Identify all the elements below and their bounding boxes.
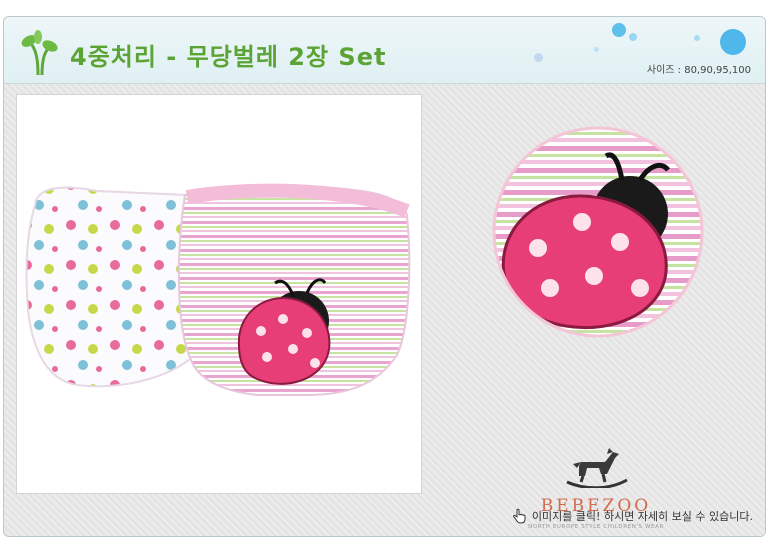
- bubble-decoration: [694, 35, 700, 41]
- brand-tagline: NORTH EUROPE STYLE CHILDREN'S WEAR: [528, 524, 664, 530]
- hand-pointer-icon: [512, 508, 526, 524]
- bubble-decoration: [534, 53, 543, 62]
- click-hint-text: 이미지를 클릭! 하시면 자세히 보실 수 있습니다.: [531, 510, 753, 523]
- header-bar: 4중처리 - 무당벌레 2장 Set 사이즈 : 80,90,95,100: [4, 17, 765, 84]
- bubble-decoration: [629, 33, 637, 41]
- click-hint: 이미지를 클릭! 하시면 자세히 보실 수 있습니다.: [511, 508, 753, 524]
- training-pants-illustration: [25, 183, 411, 396]
- content-area: BEBEZOO NORTH EUROPE STYLE CHILDREN'S WE…: [4, 84, 765, 536]
- rocking-horse-icon: [566, 448, 628, 490]
- product-photo[interactable]: [16, 94, 422, 494]
- bubble-decoration: [720, 29, 746, 55]
- sprout-icon: [21, 30, 58, 76]
- detail-closeup[interactable]: [490, 124, 706, 340]
- product-panel: 4중처리 - 무당벌레 2장 Set 사이즈 : 80,90,95,100 BE…: [3, 16, 766, 537]
- size-label: 사이즈 : 80,90,95,100: [646, 65, 751, 76]
- bubble-decoration: [594, 47, 599, 52]
- page-title: 4중처리 - 무당벌레 2장 Set: [70, 43, 387, 71]
- bubble-decoration: [612, 23, 626, 37]
